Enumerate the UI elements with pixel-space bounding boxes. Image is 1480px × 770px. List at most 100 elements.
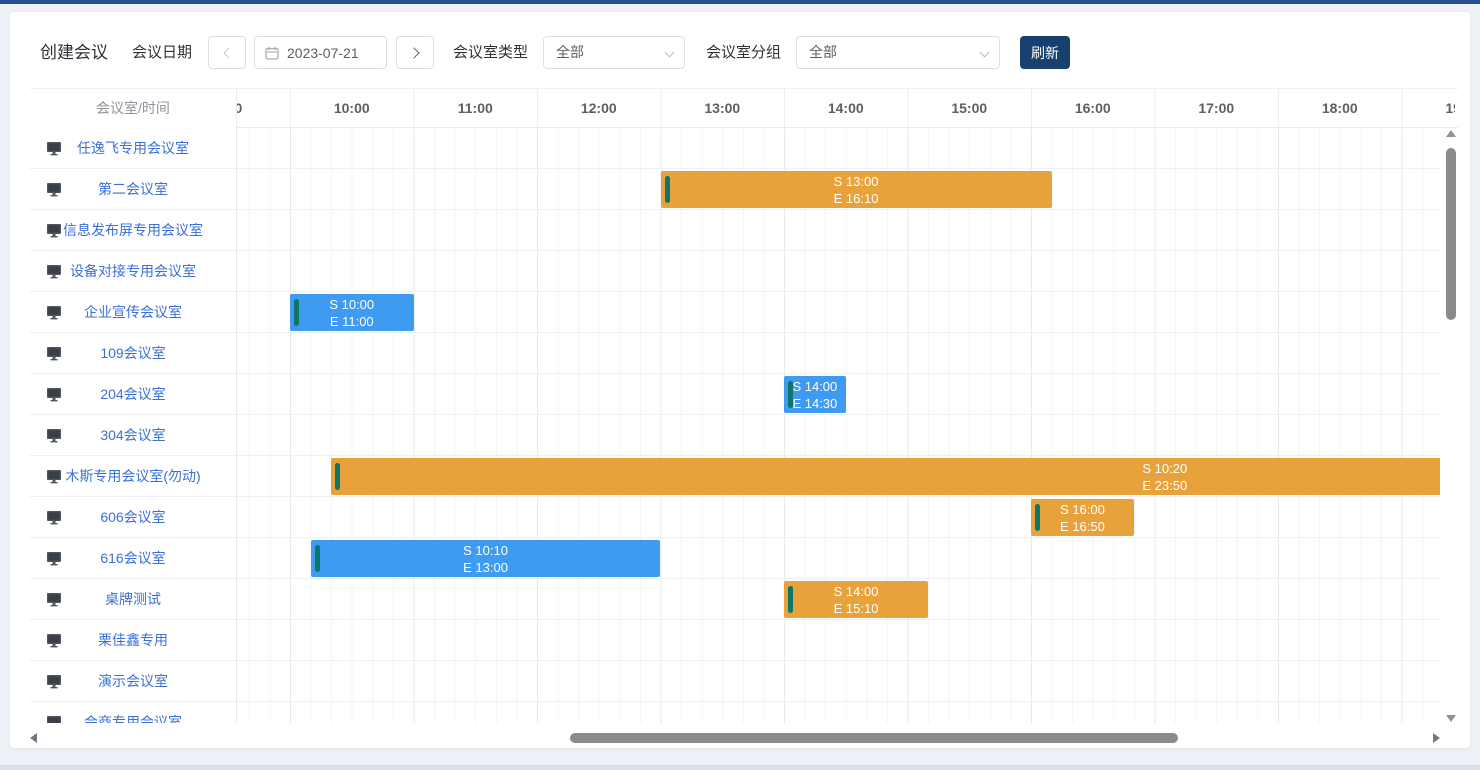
scroll-right-icon[interactable]	[1433, 733, 1440, 743]
horizontal-scroll-thumb[interactable]	[570, 733, 1178, 743]
booking-end-time: E 23:50	[1142, 477, 1187, 494]
meeting-date-label: 会议日期	[132, 36, 192, 69]
schedule-gantt: 9:0010:0011:0012:0013:0014:0015:0016:001…	[30, 88, 1458, 748]
room-cell: 信息发布屏专用会议室	[30, 210, 236, 251]
scroll-down-icon[interactable]	[1446, 715, 1456, 722]
scroll-up-icon[interactable]	[1446, 130, 1456, 137]
vertical-scrollbar[interactable]	[1444, 130, 1458, 722]
booking-times: S 14:00E 14:30	[784, 376, 846, 413]
monitor-icon	[46, 387, 62, 402]
hour-label: 12:00	[581, 89, 617, 128]
hour-label: 19:00	[1445, 89, 1455, 128]
monitor-icon	[46, 141, 62, 156]
horizontal-scrollbar[interactable]	[30, 730, 1440, 746]
room-group-label: 会议室分组	[706, 36, 781, 69]
hour-label: 11:00	[458, 89, 493, 128]
hour-label: 13:00	[704, 89, 740, 128]
monitor-icon	[46, 715, 62, 723]
room-cell: 109会议室	[30, 333, 236, 374]
booking-times: S 10:20E 23:50	[331, 458, 1440, 495]
vertical-scroll-thumb[interactable]	[1446, 148, 1456, 320]
monitor-icon	[46, 264, 62, 279]
calendar-icon	[265, 46, 279, 60]
date-picker-input[interactable]: 2023-07-21	[254, 36, 387, 69]
booking-start-time: S 16:00	[1060, 501, 1105, 518]
monitor-icon	[46, 223, 62, 238]
room-cell: 会商专用会议室	[30, 702, 236, 723]
booking-start-time: S 10:10	[463, 542, 508, 559]
timeline-header: 9:0010:0011:0012:0013:0014:0015:0016:001…	[30, 88, 1458, 128]
room-cell: 桌牌测试	[30, 579, 236, 620]
monitor-icon	[46, 428, 62, 443]
prev-day-button[interactable]	[208, 36, 246, 69]
booking-end-time: E 13:00	[463, 559, 508, 576]
monitor-icon	[46, 592, 62, 607]
hour-label: 10:00	[334, 89, 370, 128]
room-cell: 304会议室	[30, 415, 236, 456]
monitor-icon	[46, 346, 62, 361]
monitor-icon	[46, 510, 62, 525]
room-list-column: 任逸飞专用会议室第二会议室信息发布屏专用会议室设备对接专用会议室企业宣传会议室1…	[30, 128, 237, 723]
booking-bar[interactable]: S 14:00E 14:30	[784, 376, 846, 413]
refresh-button[interactable]: 刷新	[1020, 36, 1070, 69]
page: 创建会议 会议日期 2023-07-21 会议室类型 全部 会议室分组 全部	[0, 0, 1480, 770]
room-cell: 204会议室	[30, 374, 236, 415]
monitor-icon	[46, 633, 62, 648]
room-cell: 第二会议室	[30, 169, 236, 210]
room-type-value: 全部	[556, 44, 584, 60]
hour-axis: 9:0010:0011:0012:0013:0014:0015:0016:001…	[30, 89, 1455, 129]
booking-bar[interactable]: S 13:00E 16:10	[661, 171, 1052, 208]
hour-label: 18:00	[1322, 89, 1358, 128]
room-cell: 栗佳鑫专用	[30, 620, 236, 661]
booking-bar[interactable]: S 16:00E 16:50	[1031, 499, 1134, 536]
create-meeting-button[interactable]: 创建会议	[40, 36, 108, 69]
monitor-icon	[46, 305, 62, 320]
booking-start-time: S 14:00	[834, 583, 879, 600]
booking-bar[interactable]: S 14:00E 15:10	[784, 581, 928, 618]
booking-bar[interactable]: S 10:00E 11:00	[290, 294, 414, 331]
room-cell: 设备对接专用会议室	[30, 251, 236, 292]
chevron-down-icon	[665, 47, 675, 57]
booking-start-time: S 10:00	[329, 296, 374, 313]
monitor-icon	[46, 674, 62, 689]
booking-times: S 10:00E 11:00	[290, 294, 414, 331]
booking-times: S 13:00E 16:10	[661, 171, 1052, 208]
booking-bar[interactable]: S 10:20E 23:50	[331, 458, 1440, 495]
room-cell: 任逸飞专用会议室	[30, 128, 236, 169]
room-type-select[interactable]: 全部	[543, 36, 685, 69]
chevron-right-icon	[408, 47, 419, 58]
booking-times: S 14:00E 15:10	[784, 581, 928, 618]
booking-end-time: E 16:10	[834, 190, 879, 207]
room-cell: 木斯专用会议室(勿动)	[30, 456, 236, 497]
room-cell: 616会议室	[30, 538, 236, 579]
hour-label: 17:00	[1198, 89, 1234, 128]
next-day-button[interactable]	[396, 36, 434, 69]
room-cell: 企业宣传会议室	[30, 292, 236, 333]
bottom-edge-strip	[0, 765, 1480, 770]
monitor-icon	[46, 469, 62, 484]
booking-end-time: E 11:00	[330, 313, 374, 330]
scroll-left-icon[interactable]	[30, 733, 37, 743]
booking-start-time: S 14:00	[792, 378, 837, 395]
booking-start-time: S 13:00	[834, 173, 879, 190]
monitor-icon	[46, 551, 62, 566]
timeline-body: S 13:00E 16:10S 10:00E 11:00S 14:00E 14:…	[30, 128, 1440, 723]
date-value: 2023-07-21	[287, 45, 359, 61]
booking-times: S 16:00E 16:50	[1031, 499, 1134, 536]
booking-end-time: E 15:10	[834, 600, 879, 617]
room-type-label: 会议室类型	[453, 36, 528, 69]
hour-label: 15:00	[951, 89, 987, 128]
room-cell: 606会议室	[30, 497, 236, 538]
window-top-accent-bar	[0, 0, 1480, 4]
booking-end-time: E 14:30	[792, 395, 837, 412]
room-group-value: 全部	[809, 44, 837, 60]
room-group-select[interactable]: 全部	[796, 36, 1000, 69]
booking-end-time: E 16:50	[1060, 518, 1105, 535]
booking-bar[interactable]: S 10:10E 13:00	[311, 540, 661, 577]
hour-label: 16:00	[1075, 89, 1111, 128]
chevron-down-icon	[980, 47, 990, 57]
booking-start-time: S 10:20	[1142, 460, 1187, 477]
booking-times: S 10:10E 13:00	[311, 540, 661, 577]
monitor-icon	[46, 182, 62, 197]
room-cell: 演示会议室	[30, 661, 236, 702]
